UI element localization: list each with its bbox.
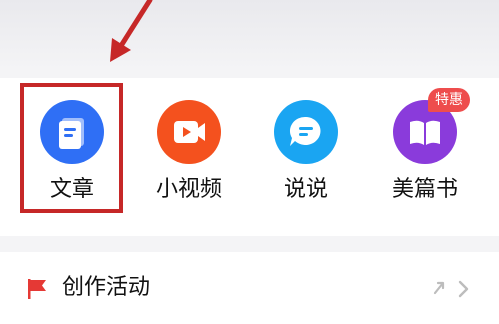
shortcut-meipian-book[interactable]: 美篇书 [375, 100, 475, 212]
annotation-arrow [110, 0, 153, 62]
fire-icon [433, 281, 445, 295]
chat-bubble-icon [274, 100, 338, 164]
section-divider [0, 236, 499, 252]
creative-activity-row[interactable]: 创作活动 [0, 252, 499, 324]
video-icon [157, 100, 221, 164]
chevron-right-icon [458, 280, 469, 298]
shortcut-moments[interactable]: 说说 [256, 100, 356, 212]
annotation-highlight-box [20, 83, 123, 213]
shortcut-label: 小视频 [155, 177, 222, 202]
row-label: 创作活动 [62, 275, 151, 300]
promo-badge: 特惠 [428, 88, 470, 112]
shortcut-label: 美篇书 [391, 177, 458, 202]
red-flag-icon [28, 279, 46, 299]
shortcut-label: 说说 [283, 177, 328, 202]
shortcut-short-video[interactable]: 小视频 [139, 100, 239, 212]
